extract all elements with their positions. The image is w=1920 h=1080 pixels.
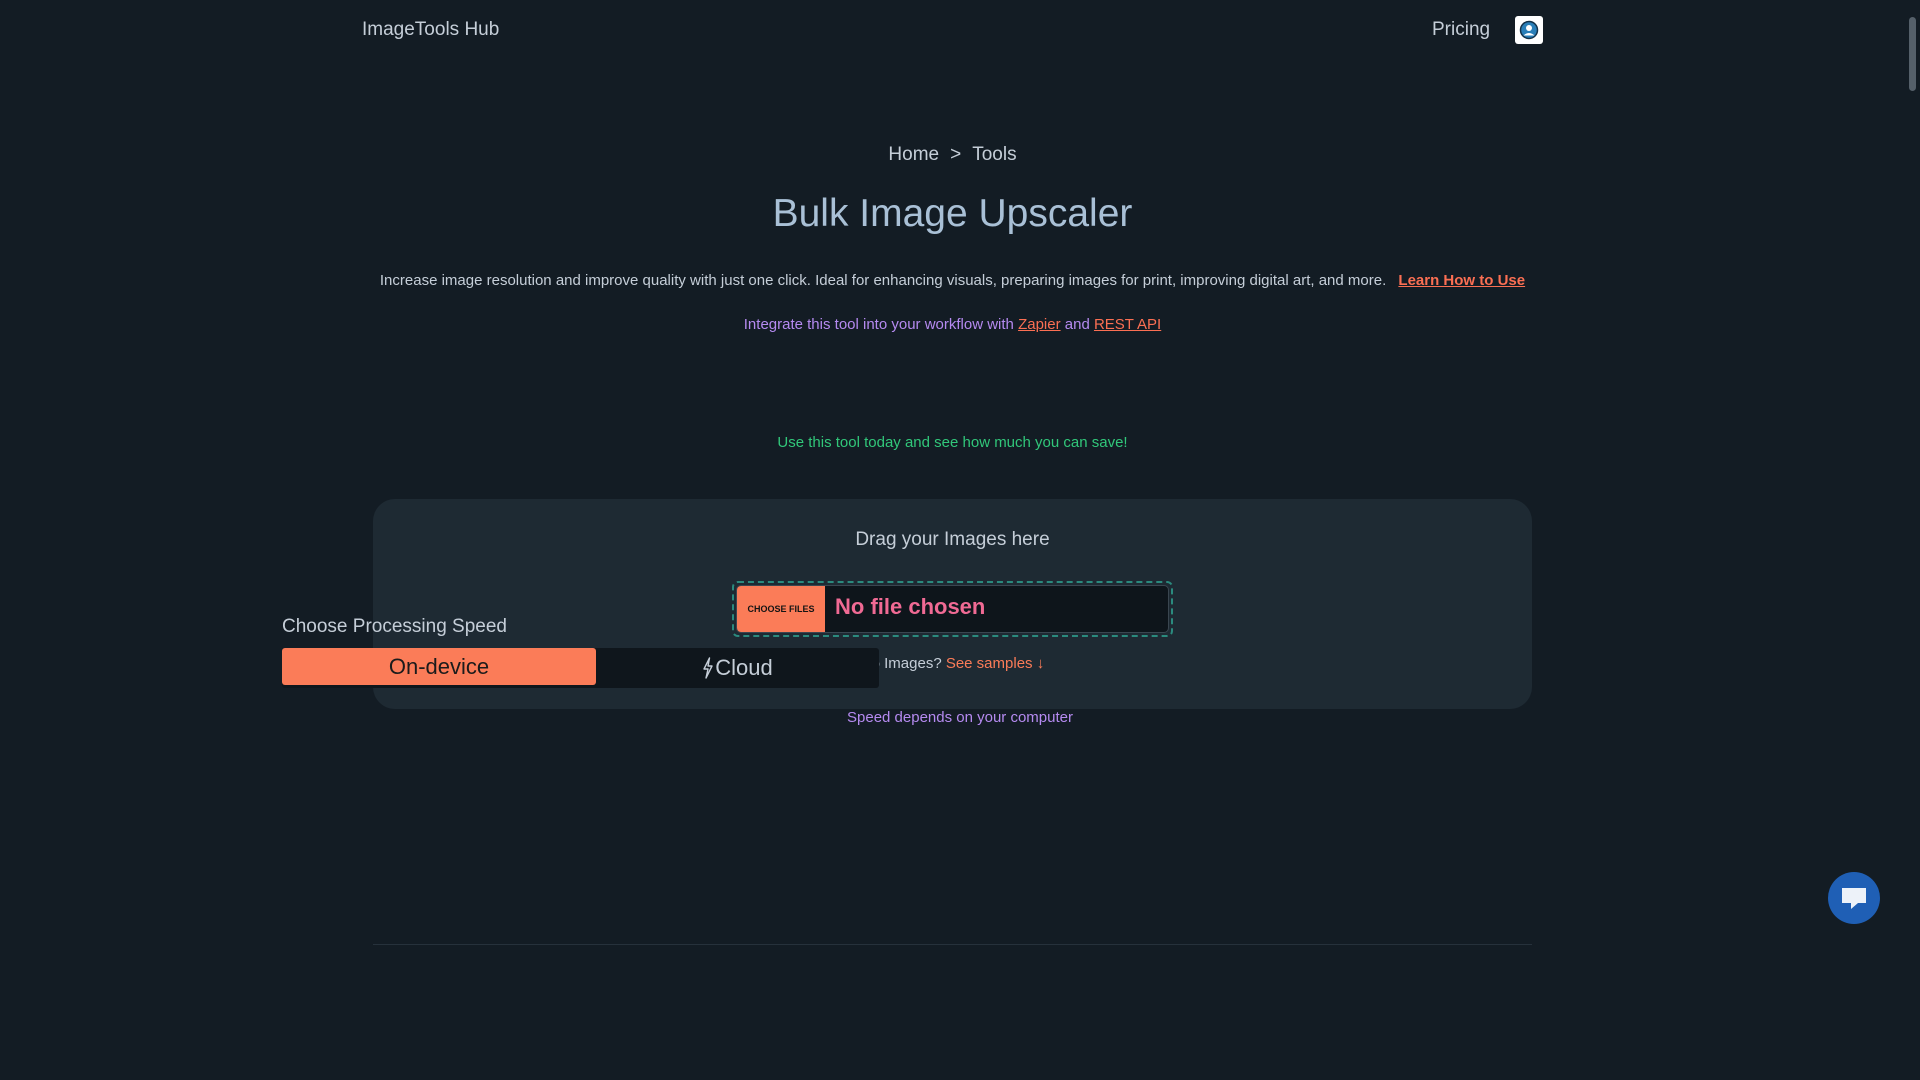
brand-link[interactable]: ImageTools Hub [362,19,499,41]
drag-text: Drag your Images here [855,529,1050,550]
pricing-link[interactable]: Pricing [1432,19,1490,41]
integrate-prefix: Integrate this tool into your workflow w… [743,316,1014,333]
breadcrumb-separator: > [950,144,962,165]
cloud-label: Cloud [715,655,773,680]
user-circle-icon [1519,20,1539,40]
tool-card: Home > Tools Bulk Image Upscaler Increase … [373,130,1532,945]
page: ImageTools Hub Pricing Home > Tools Bulk I… [0,0,1920,1080]
zapier-link[interactable]: Zapier [1018,316,1061,333]
learn-how-link[interactable]: Learn How to Use [1398,272,1525,289]
speed-note: Speed depends on your computer [847,709,1073,726]
file-input-inner: Choose Files No file chosen [736,585,1169,633]
page-title: Bulk Image Upscaler [772,192,1133,235]
scrollbar-thumb[interactable] [1909,17,1916,91]
file-status: No file chosen [835,594,986,619]
breadcrumb-tools[interactable]: Tools [972,144,1016,166]
chat-button[interactable] [1828,872,1880,924]
integrations-line: Integrate this tool into your workflow w… [373,316,1532,333]
chat-bubble-icon [1842,888,1866,909]
tool-description: Increase image resolution and improve qu… [373,272,1532,289]
speed-label: Choose Processing Speed [282,616,507,637]
scrollbar[interactable] [1906,0,1920,1080]
speed-toggle: On-device Cloud [282,648,879,688]
lightning-icon [703,657,713,679]
choose-files-button[interactable]: Choose Files [737,586,825,632]
speed-option-cloud[interactable]: Cloud [596,648,879,688]
user-avatar-button[interactable] [1515,16,1543,44]
see-samples-link[interactable]: See samples ↓ [946,655,1044,672]
breadcrumb-home[interactable]: Home [888,144,939,166]
site-header: ImageTools Hub Pricing [0,0,1920,60]
savings-message: Use this tool today and see how much you… [777,434,1128,451]
breadcrumb: Home > Tools [373,144,1532,166]
file-input[interactable]: Choose Files No file chosen [732,581,1173,637]
speed-option-on-device[interactable]: On-device [282,648,596,685]
description-text: Increase image resolution and improve qu… [379,272,1387,289]
rest-api-link[interactable]: REST API [1094,316,1161,333]
integrate-and: and [1064,316,1090,333]
